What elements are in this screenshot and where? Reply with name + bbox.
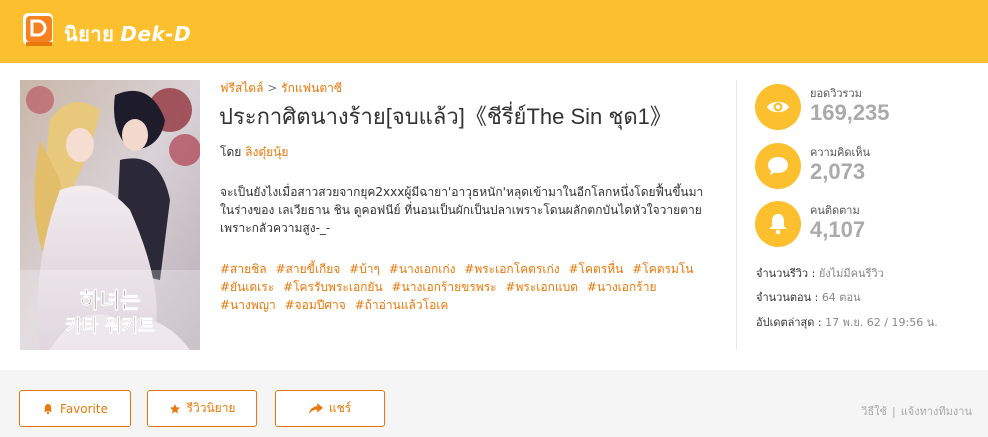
tag-link[interactable]: #โคตรหื่น [568,262,623,276]
tag-link[interactable]: #ยันเดเระ [220,280,274,294]
tag-link[interactable]: #สายชิล [220,262,267,276]
meta-reviews-label: จำนวนรีวิว : [756,267,816,280]
stat-views: ยอดวิวรวม 169,235 [755,84,975,134]
stat-comments-value: 2,073 [810,159,866,184]
breadcrumb-subcategory-link[interactable]: รักแฟนตาซี [281,81,342,95]
star-icon [169,403,180,413]
eye-icon [755,84,801,130]
novel-author: โดย ลิงตุ๋ยนุ้ย [220,143,288,162]
review-button[interactable]: รีวิวนิยาย [147,390,257,427]
favorite-button-label: Favorite [60,401,108,416]
tag-link[interactable]: #นางพญา [220,298,276,312]
tag-link[interactable]: #นางเอกร้าย [587,280,657,294]
tag-link[interactable]: #ถ้าอ่านแล้วโอเค [355,298,449,312]
bell-icon [43,403,53,414]
tag-link[interactable]: #จอมปีศาจ [285,298,346,312]
stat-followers: คนติดตาม 4,107 [755,201,975,251]
logo-thai-text: นิยาย [64,22,115,46]
site-logo-text[interactable]: นิยาย Dek-D [64,18,191,50]
footer-links: วิธีใช้ | แจ้งทางทีมงาน [861,402,972,420]
stats-divider [736,80,737,350]
tag-link[interactable]: #สายขี้เกียจ [275,262,340,276]
svg-text:하녀는: 하녀는 [80,289,141,314]
dek-d-logo-icon[interactable] [21,11,57,49]
share-button[interactable]: แชร์ [275,390,385,427]
novel-cover-image[interactable]: 하녀는 카타 워키트 [20,80,200,350]
novel-tag-list: #สายชิล #สายขี้เกียจ #บ้าๆ #นางเอกเก่ง #… [220,260,720,314]
meta-updated-value: 17 พ.ย. 62 / 19:56 น. [825,316,938,329]
stat-followers-value: 4,107 [810,217,866,242]
share-arrow-icon [308,402,323,414]
tag-link[interactable]: #บ้าๆ [349,262,380,276]
meta-episodes: จำนวนตอน : 64 ตอน [756,288,861,306]
bell-icon [755,201,801,247]
report-link[interactable]: แจ้งทางทีมงาน [901,405,972,418]
share-button-label: แชร์ [328,401,352,415]
breadcrumb-separator: > [267,81,278,95]
meta-episodes-label: จำนวนตอน : [756,291,819,304]
favorite-button[interactable]: Favorite [19,390,131,427]
novel-description: จะเป็นยังไงเมื่อสาวสวยจากยุค2xxxผู้มีฉาย… [220,185,704,235]
meta-reviews: จำนวนรีวิว : ยังไม่มีคนรีวิว [756,264,884,282]
breadcrumb-category-link[interactable]: ฟรีสไตล์ [220,81,263,95]
novel-title: ประกาศิตนางร้าย[จบแล้ว]《ชีรี่ย์The Sin ช… [219,104,672,129]
tag-link[interactable]: #พระเอกโคตรเก่ง [464,262,559,276]
comment-icon [755,143,801,189]
meta-episodes-value: 64 ตอน [821,291,861,304]
review-button-label: รีวิวนิยาย [186,401,236,415]
meta-updated-label: อัปเดตล่าสุด : [756,316,822,329]
action-bar: Favorite รีวิวนิยาย แชร์ วิธีใช้ | แจ้งทาง… [0,370,988,437]
site-header: นิยาย Dek-D [0,0,988,63]
meta-updated: อัปเดตล่าสุด : 17 พ.ย. 62 / 19:56 น. [756,313,938,331]
author-name-link[interactable]: ลิงตุ๋ยนุ้ย [245,145,288,159]
footer-separator: | [892,405,896,418]
how-to-link[interactable]: วิธีใช้ [861,405,887,418]
tag-link[interactable]: #โคตรมโน [632,262,693,276]
stat-comments: ความคิดเห็น 2,073 [755,143,975,193]
meta-reviews-value: ยังไม่มีคนรีวิว [818,267,884,280]
tag-link[interactable]: #พระเอกแบด [505,280,578,294]
svg-text:카타 워키트: 카타 워키트 [65,315,154,337]
author-prefix: โดย [220,145,242,159]
breadcrumb: ฟรีสไตล์ > รักแฟนตาซี [220,79,342,98]
logo-brand-text: Dek-D [120,22,192,46]
tag-link[interactable]: #นางเอกร้ายขรพระ [392,280,497,294]
tag-link[interactable]: #นางเอกเก่ง [389,262,456,276]
tag-link[interactable]: #โครรับพระเอกยัน [283,280,383,294]
stat-views-value: 169,235 [810,100,890,125]
